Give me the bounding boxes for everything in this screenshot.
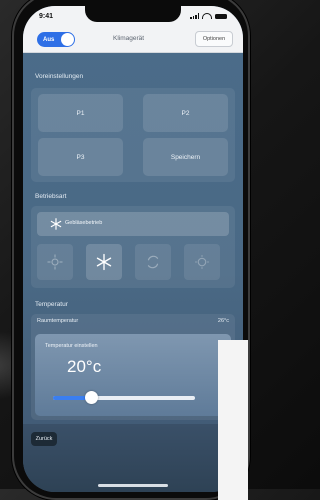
mode-auto-button[interactable] [135, 244, 171, 280]
room-temperature-label: Raumtemperatur [37, 318, 79, 324]
mode-heat-button[interactable] [37, 244, 73, 280]
room-temperature-value: 26°c [217, 318, 229, 324]
mode-cool-button[interactable] [86, 244, 122, 280]
temperature-slider-thumb[interactable] [85, 391, 99, 404]
page-title: Klimagerät [113, 35, 145, 42]
status-time: 9:41 [39, 13, 54, 20]
options-button[interactable]: Optionen [195, 31, 233, 47]
temperature-slider[interactable] [53, 391, 195, 404]
presets-panel: P1 P2 P3 Speichern [31, 88, 235, 182]
sun-icon [195, 255, 209, 269]
phone-notch [85, 6, 181, 22]
home-indicator [98, 484, 168, 487]
fan-icon [50, 218, 62, 230]
preset-p1-button[interactable]: P1 [38, 94, 123, 132]
phone-frame: 9:41 Aus Klimagerät Optionen Voreinstell… [12, 0, 250, 500]
mode-panel: Gebläsebetrieb [31, 206, 235, 288]
preset-p2-button[interactable]: P2 [143, 94, 228, 132]
snowflake-icon [96, 253, 112, 271]
mode-sun-button[interactable] [184, 244, 220, 280]
temperature-value: 20°c [67, 357, 102, 376]
room-temperature-row: Raumtemperatur 26°c [37, 318, 229, 330]
bottom-bar: Zurück [23, 424, 243, 492]
temperature-panel: Raumtemperatur 26°c Temperatur einstelle… [31, 314, 235, 420]
signal-icon [190, 13, 199, 19]
app-screen: 9:41 Aus Klimagerät Optionen Voreinstell… [23, 6, 243, 492]
power-toggle[interactable]: Aus [37, 32, 75, 47]
toggle-knob [61, 33, 74, 46]
back-button[interactable]: Zurück [31, 432, 57, 446]
current-mode-bar: Gebläsebetrieb [37, 212, 229, 236]
battery-icon [215, 13, 227, 19]
heat-icon [47, 254, 63, 270]
preset-p3-button[interactable]: P3 [38, 138, 123, 176]
temperature-setter-label: Temperatur einstellen [45, 343, 98, 349]
background-white-card [218, 340, 248, 500]
temperature-setter-card: Temperatur einstellen 20°c [35, 334, 231, 416]
auto-cycle-icon [147, 255, 159, 269]
temperature-title: Temperatur [35, 301, 68, 308]
status-icons [190, 13, 227, 19]
mode-title: Betriebsart [35, 193, 67, 200]
save-preset-button[interactable]: Speichern [143, 138, 228, 176]
wifi-icon [202, 13, 212, 19]
presets-title: Voreinstellungen [35, 73, 84, 80]
current-mode-label: Gebläsebetrieb [65, 220, 103, 226]
power-toggle-label: Aus [43, 36, 55, 43]
